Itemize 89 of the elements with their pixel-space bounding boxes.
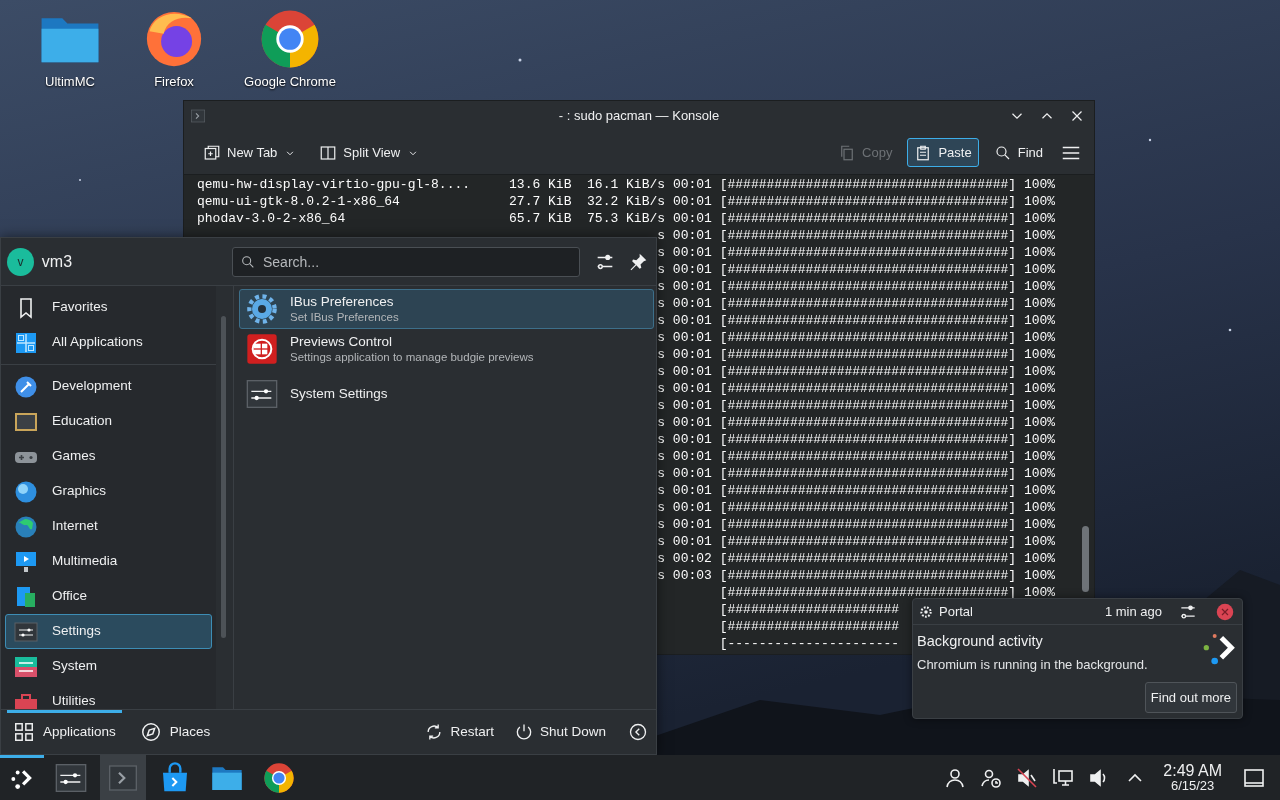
terminal-line: s 00:01 [####################################] 100% <box>657 228 1056 243</box>
restart-button[interactable]: Restart <box>420 715 498 749</box>
terminal-line: s 00:01 [####################################] 100% <box>657 245 1056 260</box>
grid-icon <box>14 330 38 355</box>
app-item[interactable]: Previews Control Settings application to manage budgie previews <box>239 329 654 369</box>
find-out-more-button[interactable]: Find out more <box>1144 681 1237 713</box>
icon-label[interactable]: UltimMC <box>45 72 95 92</box>
globe-icon <box>14 514 38 539</box>
terminal-line: s 00:01 [####################################] 100% <box>657 313 1056 328</box>
terminal-line: [---------------------- <box>719 636 900 651</box>
clock[interactable]: 2:49 AM 6/15/23 <box>1157 762 1232 793</box>
app-item[interactable]: System Settings <box>239 369 654 419</box>
category-item[interactable]: Multimedia <box>5 544 212 579</box>
window-title: - : sudo pacman — Konsole <box>558 108 720 124</box>
category-item[interactable]: Settings <box>5 614 212 649</box>
category-item[interactable]: Graphics <box>5 474 212 509</box>
terminal-line: qemu-hw-display-virtio-gpu-gl-8.... 13.6 KiB 16.1 KiB/s 00:01 [####################################] 100% <box>197 177 1056 192</box>
terminal-line: s 00:01 [####################################] 100% <box>657 296 1056 311</box>
terminal-line: s 00:01 [####################################] 100% <box>657 449 1056 464</box>
terminal-line: s 00:01 [####################################] 100% <box>657 330 1056 345</box>
system-icon <box>14 654 38 679</box>
terminal-line: s 00:01 [####################################] 100% <box>657 483 1056 498</box>
notification-text: Chromium is running in the background. <box>917 655 1149 674</box>
terminal-icon[interactable] <box>190 108 206 124</box>
terminal-line: s 00:02 [####################################] 100% <box>657 551 1056 566</box>
terminal-line: s 00:03 [####################################] 100% <box>657 568 1056 583</box>
terminal-line: s 00:01 [####################################] 100% <box>657 415 1056 430</box>
category-item[interactable]: Internet <box>5 509 212 544</box>
paste-button[interactable]: Paste <box>907 137 979 168</box>
settings-app-icon <box>55 761 87 794</box>
settings-panel-icon <box>14 619 38 644</box>
terminal-line: s 00:01 [####################################] 100% <box>657 262 1056 277</box>
category-item[interactable]: Games <box>5 439 212 474</box>
category-item[interactable]: System <box>5 649 212 684</box>
hammer-icon <box>14 374 38 399</box>
terminal-line: s 00:01 [####################################] 100% <box>657 432 1056 447</box>
back-icon[interactable] <box>628 722 648 742</box>
grid-dial-icon <box>246 333 278 365</box>
category-item[interactable]: Favorites <box>5 290 212 325</box>
new-tab-icon <box>203 143 221 162</box>
category-item[interactable]: Development <box>5 369 212 404</box>
icon-label[interactable]: Google Chrome <box>244 72 336 92</box>
terminal-line: s 00:01 [####################################] 100% <box>657 364 1056 379</box>
terminal-line: s 00:01 [####################################] 100% <box>657 534 1056 549</box>
notification-app: Portal <box>939 602 973 621</box>
compass-icon <box>139 721 162 743</box>
category-item[interactable]: Utilities <box>5 684 212 709</box>
app-item[interactable]: IBus Preferences Set IBus Preferences <box>239 289 654 329</box>
split-view-button[interactable]: Split View <box>312 137 428 168</box>
grid-icon <box>13 721 35 743</box>
terminal-line: [###################### <box>719 602 900 617</box>
terminal-line: s 00:01 [####################################] 100% <box>657 381 1056 396</box>
gear-icon <box>919 604 933 619</box>
terminal-line: [###################### <box>719 619 900 634</box>
search-field[interactable]: Search... <box>232 246 580 277</box>
notification-title: Background activity <box>917 632 1044 651</box>
chrome-icon[interactable] <box>259 8 321 70</box>
terminal-line: s 00:01 [####################################] 100% <box>657 500 1056 515</box>
terminal-line: s 00:01 [####################################] 100% <box>657 466 1056 481</box>
terminal-line: s 00:01 [####################################] 100% <box>657 398 1056 413</box>
terminal-line: s 00:01 [####################################] 100% <box>657 279 1056 294</box>
scrollbar[interactable] <box>221 316 226 638</box>
user-name: vm3 <box>41 251 74 272</box>
user-avatar[interactable]: v <box>7 247 34 276</box>
terminal-line: s 00:01 [####################################] 100% <box>657 347 1056 362</box>
split-view-icon <box>319 143 338 162</box>
pin-icon[interactable] <box>628 251 648 272</box>
monitor-icon <box>14 549 38 574</box>
notification-time: 1 min ago <box>1104 602 1162 621</box>
terminal-line: phodav-3.0-2-x86_64 65.7 KiB 75.3 KiB/s 00:01 [####################################] 100% <box>197 211 1056 226</box>
chrome-icon <box>263 761 295 794</box>
document-icon <box>14 584 38 609</box>
sphere-icon <box>14 479 38 504</box>
find-button[interactable]: Find <box>986 137 1050 168</box>
menu-tab[interactable]: Places <box>133 710 217 754</box>
terminal-line: s 00:01 [####################################] 100% <box>657 517 1056 532</box>
shutdown-button[interactable]: Shut Down <box>509 715 610 749</box>
sliders-icon <box>246 378 278 410</box>
category-item[interactable]: Office <box>5 579 212 614</box>
category-item[interactable]: Education <box>5 404 212 439</box>
category-item[interactable]: All Applications <box>5 325 212 360</box>
search-icon <box>993 143 1012 162</box>
search-icon <box>240 253 256 270</box>
icon-label[interactable]: Firefox <box>154 72 194 92</box>
terminal-line: [####################################] 100% <box>719 585 1056 600</box>
gear-icon <box>246 293 278 325</box>
terminal-line: qemu-ui-gtk-8.0.2-1-x86_64 27.7 KiB 32.2 KiB/s 00:01 [####################################] 100% <box>197 194 1056 209</box>
new-tab-button[interactable]: New Tab <box>196 137 305 168</box>
scrollbar[interactable] <box>1082 526 1089 592</box>
